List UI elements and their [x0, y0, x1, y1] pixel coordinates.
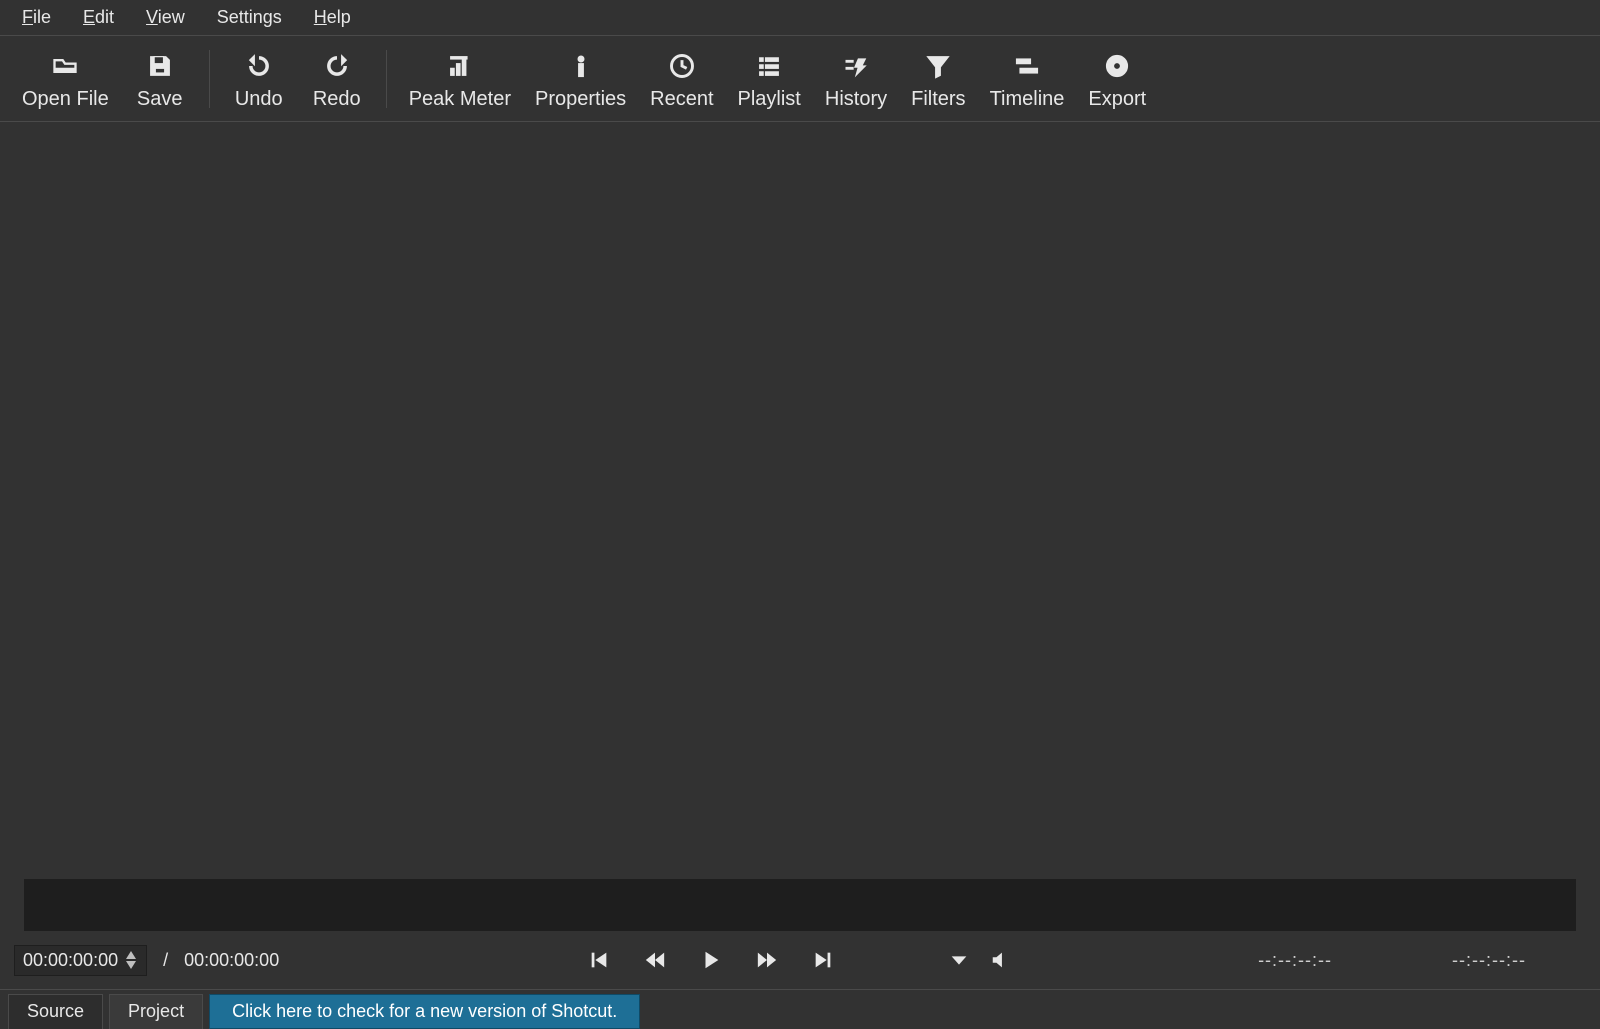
save-icon — [146, 52, 174, 80]
skip-previous-button[interactable] — [586, 947, 612, 973]
history-icon — [842, 52, 870, 80]
current-timecode-input[interactable]: 00:00:00:00 — [14, 945, 147, 976]
tab-source[interactable]: Source — [8, 994, 103, 1029]
timecode-increment[interactable] — [124, 950, 138, 960]
peak-meter-button[interactable]: Peak Meter — [397, 50, 523, 113]
bottom-bar: Source Project Click here to check for a… — [0, 989, 1600, 1029]
in-point-timecode: --:--:--:-- — [1258, 950, 1332, 971]
timeline-label: Timeline — [990, 88, 1065, 111]
timeline-icon — [1013, 52, 1041, 80]
funnel-icon — [924, 52, 952, 80]
current-timecode-value: 00:00:00:00 — [23, 950, 118, 971]
transport-bar: 00:00:00:00 / 00:00:00:00 — [0, 931, 1600, 989]
skip-next-button[interactable] — [810, 947, 836, 973]
volume-button[interactable] — [988, 947, 1014, 973]
update-check-banner[interactable]: Click here to check for a new version of… — [209, 994, 640, 1029]
export-label: Export — [1088, 88, 1146, 111]
history-button[interactable]: History — [813, 50, 899, 113]
rewind-button[interactable] — [642, 947, 668, 973]
filters-label: Filters — [911, 88, 965, 111]
save-button[interactable]: Save — [121, 50, 199, 113]
toolbar-separator — [209, 50, 210, 108]
open-file-button[interactable]: Open File — [10, 50, 121, 113]
toolbar: Open File Save Undo Redo P — [0, 36, 1600, 122]
menu-file[interactable]: File — [10, 3, 63, 32]
menu-settings[interactable]: Settings — [205, 3, 294, 32]
menubar: File Edit View Settings Help — [0, 0, 1600, 36]
history-label: History — [825, 88, 887, 111]
undo-button[interactable]: Undo — [220, 50, 298, 113]
peak-meter-label: Peak Meter — [409, 88, 511, 111]
playlist-label: Playlist — [738, 88, 801, 111]
recent-button[interactable]: Recent — [638, 50, 725, 113]
zoom-dropdown[interactable] — [946, 947, 972, 973]
save-label: Save — [137, 88, 183, 111]
peak-meter-icon — [446, 52, 474, 80]
out-point-timecode: --:--:--:-- — [1452, 950, 1526, 971]
scrub-bar[interactable] — [24, 879, 1576, 931]
play-button[interactable] — [698, 947, 724, 973]
menu-edit[interactable]: Edit — [71, 3, 126, 32]
redo-button[interactable]: Redo — [298, 50, 376, 113]
properties-button[interactable]: Properties — [523, 50, 638, 113]
undo-icon — [245, 52, 273, 80]
redo-label: Redo — [313, 88, 361, 111]
video-viewer[interactable] — [24, 136, 1576, 879]
redo-icon — [323, 52, 351, 80]
disc-icon — [1103, 52, 1131, 80]
timecode-separator: / — [163, 950, 168, 971]
info-icon — [567, 52, 595, 80]
duration-timecode: 00:00:00:00 — [184, 950, 279, 971]
properties-label: Properties — [535, 88, 626, 111]
fast-forward-button[interactable] — [754, 947, 780, 973]
main-area — [0, 122, 1600, 931]
playlist-button[interactable]: Playlist — [726, 50, 813, 113]
timecode-decrement[interactable] — [124, 960, 138, 970]
recent-label: Recent — [650, 88, 713, 111]
filters-button[interactable]: Filters — [899, 50, 977, 113]
tab-project[interactable]: Project — [109, 994, 203, 1029]
timeline-button[interactable]: Timeline — [978, 50, 1077, 113]
open-file-label: Open File — [22, 88, 109, 111]
menu-help[interactable]: Help — [302, 3, 363, 32]
export-button[interactable]: Export — [1076, 50, 1158, 113]
menu-view[interactable]: View — [134, 3, 197, 32]
clock-icon — [668, 52, 696, 80]
list-icon — [755, 52, 783, 80]
toolbar-separator — [386, 50, 387, 108]
undo-label: Undo — [235, 88, 283, 111]
folder-open-icon — [51, 52, 79, 80]
